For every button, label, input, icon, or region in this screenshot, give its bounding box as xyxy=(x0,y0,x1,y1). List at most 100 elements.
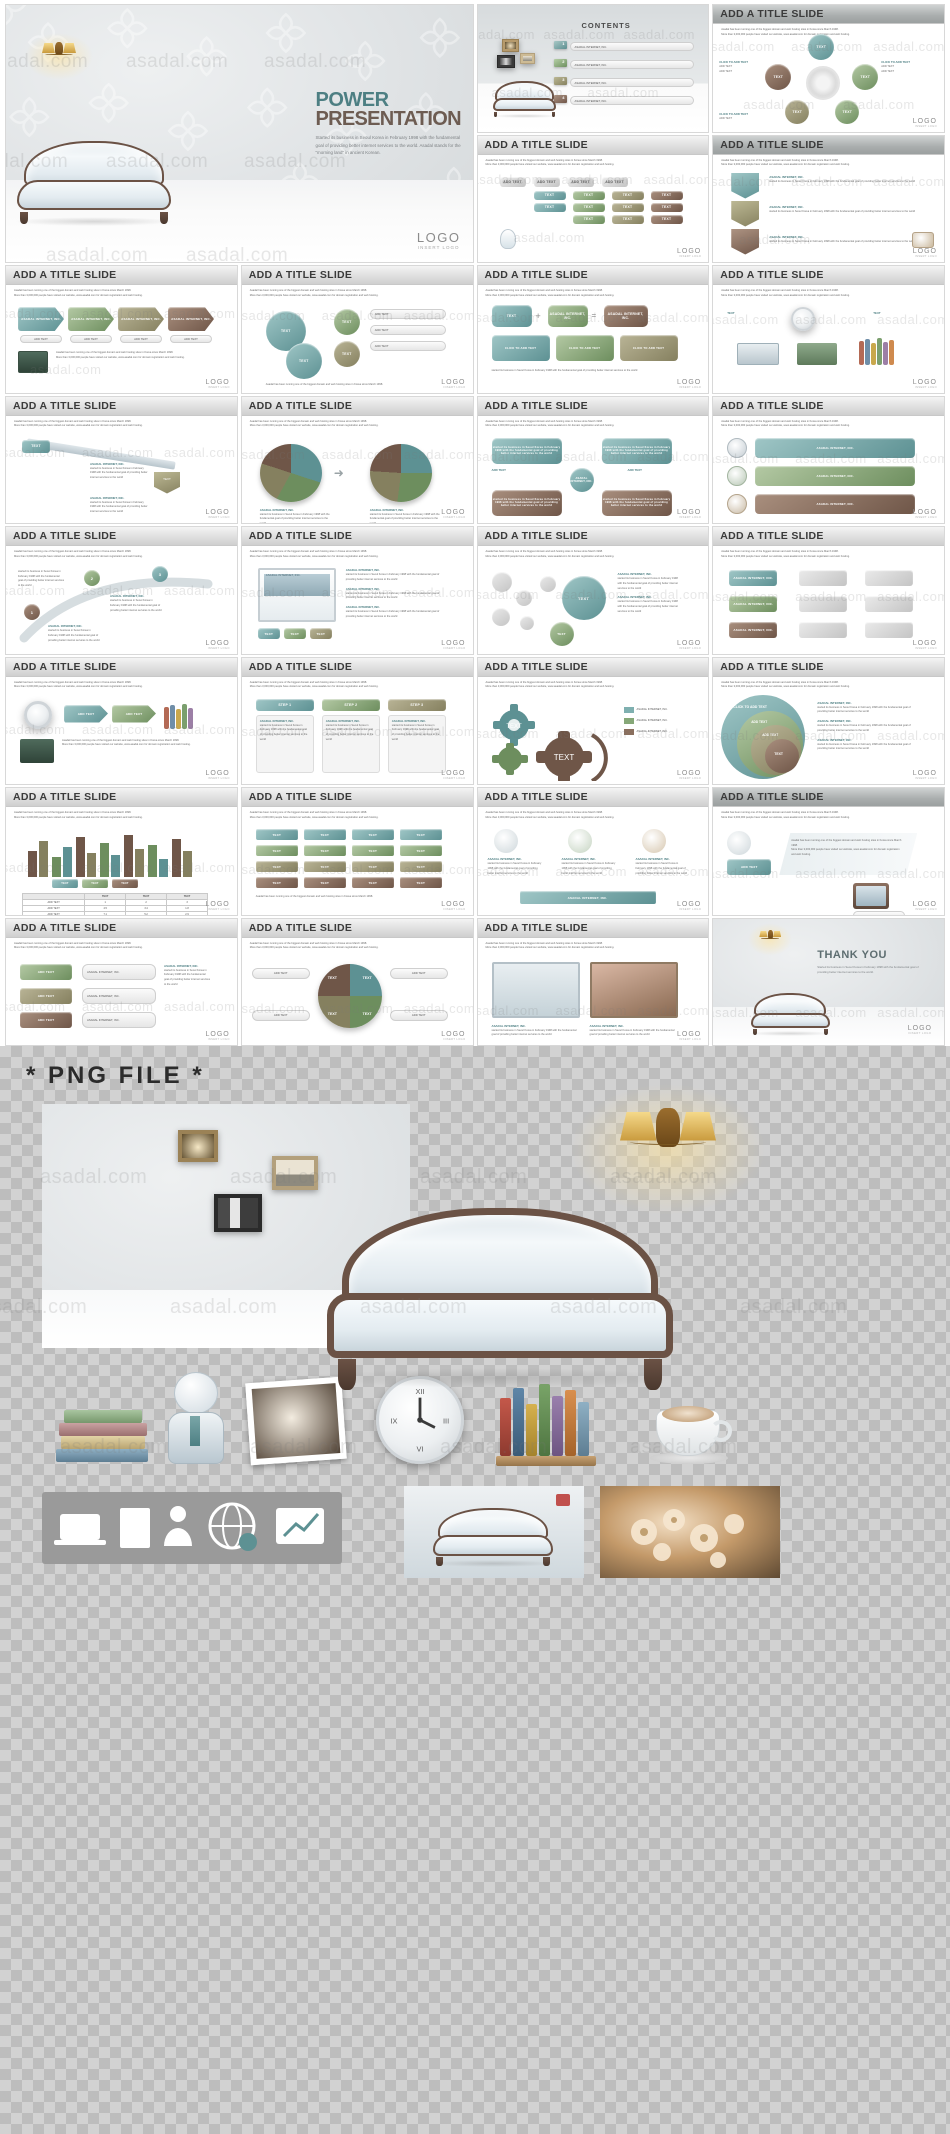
banner-arrow-4[interactable]: ASADAL INTERNET, INC. xyxy=(168,307,214,331)
grid-cell-1-2[interactable]: TEXT xyxy=(303,845,346,856)
list-bar-3[interactable]: ASADAL INTERNET, INC. xyxy=(82,1011,156,1028)
arrow-caption-1[interactable]: ADD TEXT xyxy=(20,335,62,343)
chevron-1[interactable] xyxy=(731,172,760,199)
bar-teal-2[interactable]: TEXT xyxy=(533,202,566,212)
bubble-main[interactable]: TEXT xyxy=(561,576,606,620)
banner-arrow-2[interactable]: ASADAL INTERNET, INC. xyxy=(68,307,114,331)
grid-cell-2-4[interactable]: TEXT xyxy=(399,861,442,872)
bar-brown-1[interactable]: TEXT xyxy=(650,190,683,200)
grid-cell-3-3[interactable]: TEXT xyxy=(351,877,394,888)
grid-cell-3-1[interactable]: TEXT xyxy=(255,877,298,888)
callout-2[interactable]: started its business in Seoul Korea in F… xyxy=(601,437,672,464)
bar-chart[interactable] xyxy=(22,829,208,877)
node-text-bottom-right[interactable]: TEXT xyxy=(835,100,860,124)
bubble-5[interactable] xyxy=(539,576,556,592)
orb-text-2[interactable]: TEXT xyxy=(285,343,322,379)
photo-row-3[interactable]: ASADAL INTERNET, INC. xyxy=(755,493,916,514)
org-node-5[interactable] xyxy=(799,596,848,612)
chevron-3[interactable] xyxy=(731,228,760,255)
slide-radial-diagram[interactable]: ADD A TITLE SLIDE Asadal has been runnin… xyxy=(712,4,945,133)
result-box-3[interactable]: CLICK TO ADD TEXT xyxy=(619,335,678,361)
slide-text-grid[interactable]: ADD A TITLE SLIDE Asadal has been runnin… xyxy=(240,787,474,916)
slide-photo-pair[interactable]: ADD A TITLE SLIDE Asadal has been runnin… xyxy=(476,917,710,1046)
node-text-top[interactable]: TEXT xyxy=(808,34,835,60)
orb-label-2[interactable]: ADD TEXT xyxy=(369,325,446,335)
bar-brown-3[interactable]: TEXT xyxy=(650,214,683,224)
list-chip-1[interactable]: ADD TEXT xyxy=(20,963,72,980)
orb-label-1[interactable]: ADD TEXT xyxy=(369,309,446,319)
step-marker-1[interactable]: 1 xyxy=(24,604,40,620)
grid-cell-2-2[interactable]: TEXT xyxy=(303,861,346,872)
grid-cell-1-3[interactable]: TEXT xyxy=(351,845,394,856)
slide-banner-split[interactable]: ADD A TITLE SLIDE Asadal has been runnin… xyxy=(712,787,945,916)
quad-pie-chart[interactable]: TEXT TEXT TEXT TEXT xyxy=(317,963,382,1028)
add-text-chip-1[interactable]: ADD TEXT xyxy=(499,176,526,187)
slide-thank-you[interactable]: THANK YOU Started its business in Seoul … xyxy=(712,917,945,1046)
bar-brown-2[interactable]: TEXT xyxy=(650,202,683,212)
equation-term-2[interactable]: ASADAL INTERNET, INC. xyxy=(547,305,588,327)
list-bar-2[interactable]: ASADAL INTERNET, INC. xyxy=(82,987,156,1004)
bubble-3[interactable] xyxy=(491,608,510,626)
pie-label-br[interactable]: ADD TEXT xyxy=(389,1009,448,1021)
orb-text-3[interactable]: TEXT xyxy=(333,309,360,335)
slide-pie-charts[interactable]: ADD A TITLE SLIDE Asadal has been runnin… xyxy=(240,395,474,524)
slide-glossy-orbs[interactable]: ADD A TITLE SLIDE Asadal has been runnin… xyxy=(240,265,474,394)
data-table[interactable]: TEXT TEXT TEXT ADD TEXT 1 2 3 ADD TEXT 4… xyxy=(21,893,208,915)
bar-green-1[interactable]: TEXT xyxy=(572,190,605,200)
grid-header-1[interactable]: TEXT xyxy=(255,829,298,840)
contents-item-bar-4[interactable]: ASADAL INTERNET, INC. xyxy=(569,96,694,105)
org-node-1[interactable]: ASADAL INTERNET, INC. xyxy=(729,570,778,586)
slide-objects-scene[interactable]: ADD A TITLE SLIDE Asadal has been runnin… xyxy=(712,265,945,394)
contents-item-bar-1[interactable]: ASADAL INTERNET, INC. xyxy=(569,42,694,51)
add-text-chip-3[interactable]: ADD TEXT xyxy=(567,176,594,187)
slide-whiteboard[interactable]: ADD A TITLE SLIDE Asadal has been runnin… xyxy=(240,526,474,655)
banner-arrow-3[interactable]: ASADAL INTERNET, INC. xyxy=(118,307,164,331)
org-node-7[interactable]: ASADAL INTERNET, INC. xyxy=(729,622,778,638)
pie-label-bl[interactable]: ADD TEXT xyxy=(251,1009,310,1021)
step-marker-3[interactable]: 3 xyxy=(152,566,168,582)
gear-group-icon[interactable]: TEXT TEXT xyxy=(488,701,618,781)
chart-legend-1[interactable]: TEXT xyxy=(52,879,78,888)
add-text-chip-2[interactable]: ADD TEXT xyxy=(533,176,560,187)
slide-quad-pie[interactable]: ADD A TITLE SLIDE Asadal has been runnin… xyxy=(240,917,474,1046)
grid-cell-3-2[interactable]: TEXT xyxy=(303,877,346,888)
chevron-2[interactable] xyxy=(731,200,760,227)
pie-chart-left[interactable] xyxy=(259,443,322,502)
list-chip-3[interactable]: ADD TEXT xyxy=(20,1011,72,1028)
grid-cell-2-1[interactable]: TEXT xyxy=(255,861,298,872)
callout-4[interactable]: started its business in Seoul Korea in F… xyxy=(601,489,672,516)
flow-arrow-2[interactable]: ADD TEXT xyxy=(112,704,156,723)
bubble-4[interactable] xyxy=(519,616,534,630)
pie-chart-right[interactable] xyxy=(369,443,432,502)
orb-text-4[interactable]: TEXT xyxy=(333,341,360,367)
slide-equation-blocks[interactable]: ADD A TITLE SLIDE Asadal has been runnin… xyxy=(476,265,710,394)
photo-frame-1[interactable] xyxy=(491,961,580,1018)
arrow-caption-3[interactable]: ADD TEXT xyxy=(120,335,162,343)
equation-result[interactable]: ASADAL INTERNET, INC. xyxy=(603,305,648,327)
slide-numbered-curve[interactable]: ADD A TITLE SLIDE Asadal has been runnin… xyxy=(5,526,238,655)
seesaw-label-left[interactable]: TEXT xyxy=(22,439,50,453)
banner-arrow-1[interactable]: ASADAL INTERNET, INC. xyxy=(18,307,64,331)
photo-frame-2[interactable] xyxy=(589,961,678,1018)
add-text-chip-4[interactable]: ADD TEXT xyxy=(601,176,628,187)
bubble-1[interactable] xyxy=(491,572,512,592)
slide-left-list[interactable]: ADD A TITLE SLIDE Asadal has been runnin… xyxy=(5,917,238,1046)
org-node-4[interactable]: ASADAL INTERNET, INC. xyxy=(729,596,778,612)
bar-teal-1[interactable]: TEXT xyxy=(533,190,566,200)
grid-cell-1-4[interactable]: TEXT xyxy=(399,845,442,856)
org-node-8[interactable] xyxy=(799,622,848,638)
slide-three-panels[interactable]: ADD A TITLE SLIDE Asadal has been runnin… xyxy=(476,787,710,916)
slide-clock-arrows[interactable]: ADD A TITLE SLIDE Asadal has been runnin… xyxy=(5,656,238,785)
slide-bar-chart-table[interactable]: ADD A TITLE SLIDE Asadal has been runnin… xyxy=(5,787,238,916)
slide-stacked-bars[interactable]: ADD A TITLE SLIDE Asadal has been runnin… xyxy=(476,134,710,263)
step-header-3[interactable]: STEP 3 xyxy=(387,698,446,711)
slide-steps-columns[interactable]: ADD A TITLE SLIDE Asadal has been runnin… xyxy=(240,656,474,785)
panel-footer-bar[interactable]: ASADAL INTERNET, INC. xyxy=(519,891,656,904)
grid-header-2[interactable]: TEXT xyxy=(303,829,346,840)
slide-concentric-rings[interactable]: ADD A TITLE SLIDE Asadal has been runnin… xyxy=(712,656,945,785)
grid-header-4[interactable]: TEXT xyxy=(399,829,442,840)
ring-inner[interactable]: TEXT xyxy=(765,738,800,773)
photo-row-1[interactable]: ASADAL INTERNET, INC. xyxy=(755,437,916,458)
bar-green-2[interactable]: TEXT xyxy=(572,202,605,212)
flow-arrow-1[interactable]: ADD TEXT xyxy=(64,704,108,723)
